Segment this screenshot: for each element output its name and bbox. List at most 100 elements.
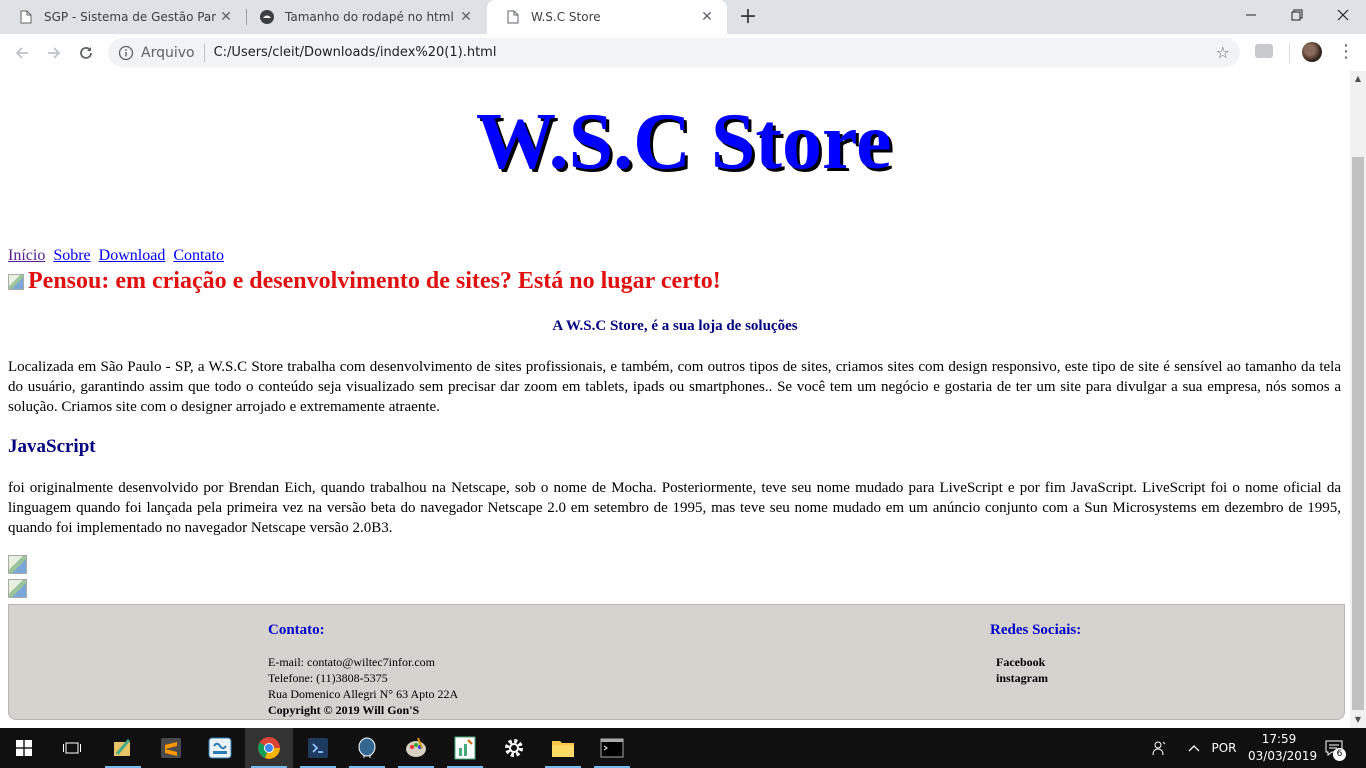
contact-phone: Telefone: (11)3808-5375 <box>268 671 388 685</box>
close-icon[interactable]: ✕ <box>456 7 476 27</box>
task-view-button[interactable] <box>48 728 96 768</box>
vertical-scrollbar[interactable]: ▲ ▼ <box>1350 71 1366 728</box>
windows-logo-icon <box>16 740 32 756</box>
close-icon[interactable]: ✕ <box>697 7 717 27</box>
clock-date: 03/03/2019 <box>1248 749 1318 763</box>
terminal-icon <box>600 738 624 758</box>
elephant-icon <box>358 737 376 758</box>
contact-title: Contato: <box>268 622 325 638</box>
tab-title: W.S.C Store <box>531 10 601 24</box>
back-button[interactable] <box>8 39 36 67</box>
taskbar-app-sublime[interactable] <box>147 728 195 768</box>
menu-icon[interactable]: ⋮ <box>1337 41 1355 63</box>
contact-address: Rua Domenico Allegri N° 63 Apto 22A <box>268 687 459 701</box>
minimize-button[interactable] <box>1228 0 1274 30</box>
maker-icon <box>208 737 232 759</box>
copyright: Copyright © 2019 Will Gon'S <box>268 703 420 717</box>
palette-icon <box>406 737 426 757</box>
chart-document-icon <box>454 736 476 760</box>
nav-link-inicio[interactable]: Início <box>8 247 45 264</box>
javascript-heading: JavaScript <box>8 436 96 457</box>
taskbar-app-tools[interactable] <box>99 728 147 768</box>
people-icon <box>1152 741 1166 756</box>
chevron-up-icon <box>1188 745 1200 752</box>
browser-toolbar: Arquivo C:/Users/cleit/Downloads/index%2… <box>0 34 1366 72</box>
scrollbar-thumb[interactable] <box>1352 157 1364 710</box>
gear-icon <box>505 739 523 757</box>
show-hidden-icons-button[interactable] <box>1184 728 1204 768</box>
sublime-text-icon <box>161 738 181 758</box>
profile-avatar[interactable] <box>1302 42 1322 62</box>
site-footer: Contato: E-mail: contato@wiltec7infor.co… <box>8 604 1345 720</box>
taskbar-app-explorer[interactable] <box>539 728 587 768</box>
bookmark-star-icon[interactable]: ☆ <box>1216 43 1230 62</box>
language-indicator[interactable]: POR <box>1208 728 1240 768</box>
tab-rodape[interactable]: Tamanho do rodapé no html e C ✕ <box>240 0 486 34</box>
nav-link-contato[interactable]: Contato <box>173 247 224 264</box>
notification-center-button[interactable]: 6 <box>1318 728 1350 768</box>
page-headline: Pensou: em criação e desenvolvimento de … <box>8 268 721 295</box>
extension-icon[interactable] <box>1255 44 1273 58</box>
site-logo: W.S.C Store <box>476 98 892 186</box>
nav-link-download[interactable]: Download <box>99 247 166 264</box>
nav-link-sobre[interactable]: Sobre <box>53 247 90 264</box>
headline-text: Pensou: em criação e desenvolvimento de … <box>28 268 721 294</box>
broken-image-2 <box>8 579 27 603</box>
page-icon <box>505 9 521 25</box>
subheading: A W.S.C Store, é a sua loja de soluções <box>552 318 798 334</box>
footer-contact: Contato: E-mail: contato@wiltec7infor.co… <box>268 622 458 718</box>
broken-image-icon <box>8 555 27 574</box>
close-window-button[interactable] <box>1320 0 1366 30</box>
taskbar-app-vscode[interactable] <box>294 728 342 768</box>
taskbar-app-paint[interactable] <box>392 728 440 768</box>
stackoverflow-icon <box>259 9 275 25</box>
people-button[interactable] <box>1146 728 1172 768</box>
forward-button[interactable] <box>40 39 68 67</box>
close-icon[interactable]: ✕ <box>216 7 236 27</box>
taskbar-app-postgres[interactable] <box>343 728 391 768</box>
javascript-paragraph: foi originalmente desenvolvido por Brend… <box>8 480 1341 536</box>
page-icon <box>18 9 34 25</box>
intro-paragraph: Localizada em São Paulo - SP, a W.S.C St… <box>8 359 1341 415</box>
scroll-down-arrow-icon[interactable]: ▼ <box>1350 712 1366 728</box>
broken-image-icon <box>8 579 27 598</box>
reload-button[interactable] <box>72 39 100 67</box>
scheme-label: Arquivo <box>141 44 195 61</box>
windows-taskbar: POR 17:59 03/03/2019 6 <box>0 728 1366 768</box>
taskbar-app-settings[interactable] <box>490 728 538 768</box>
start-button[interactable] <box>0 728 48 768</box>
footer-social: Redes Sociais: Facebook instagram <box>990 622 1081 686</box>
tab-title: Tamanho do rodapé no html e C <box>285 10 456 24</box>
social-link-instagram[interactable]: instagram <box>990 670 1081 686</box>
taskbar-app-terminal[interactable] <box>588 728 636 768</box>
social-title: Redes Sociais: <box>990 622 1082 638</box>
url-text[interactable]: C:/Users/cleit/Downloads/index%20(1).htm… <box>214 45 497 60</box>
address-divider <box>203 43 205 62</box>
page-viewport: W.S.C Store Início Sobre Download Contat… <box>0 71 1350 728</box>
tab-wsc-store[interactable]: W.S.C Store ✕ <box>487 0 727 34</box>
chrome-icon <box>258 737 280 759</box>
address-bar[interactable]: Arquivo C:/Users/cleit/Downloads/index%2… <box>108 38 1240 67</box>
tab-strip: SGP - Sistema de Gestão Para Psi ✕ Taman… <box>0 0 1366 34</box>
broken-image-1 <box>8 555 27 579</box>
toolbar-divider <box>1289 43 1290 63</box>
system-clock[interactable]: 17:59 03/03/2019 <box>1248 731 1318 765</box>
site-nav: Início Sobre Download Contato <box>8 247 228 265</box>
social-link-facebook[interactable]: Facebook <box>990 654 1081 670</box>
taskbar-app-chart[interactable] <box>441 728 489 768</box>
tools-icon <box>114 739 131 756</box>
broken-image-icon <box>8 273 24 290</box>
restore-button[interactable] <box>1274 0 1320 30</box>
info-icon[interactable] <box>118 45 134 61</box>
clock-time: 17:59 <box>1261 732 1297 746</box>
code-editor-icon <box>308 738 328 758</box>
contact-email: E-mail: contato@wiltec7infor.com <box>268 655 436 669</box>
folder-icon <box>552 741 574 757</box>
tab-sgp[interactable]: SGP - Sistema de Gestão Para Psi ✕ <box>0 0 246 34</box>
task-view-icon <box>63 742 81 754</box>
new-tab-button[interactable]: + <box>736 5 760 29</box>
scroll-up-arrow-icon[interactable]: ▲ <box>1350 71 1366 87</box>
taskbar-app-chrome[interactable] <box>245 728 293 768</box>
taskbar-app-maker[interactable] <box>196 728 244 768</box>
tab-title: SGP - Sistema de Gestão Para Psi <box>44 10 216 24</box>
